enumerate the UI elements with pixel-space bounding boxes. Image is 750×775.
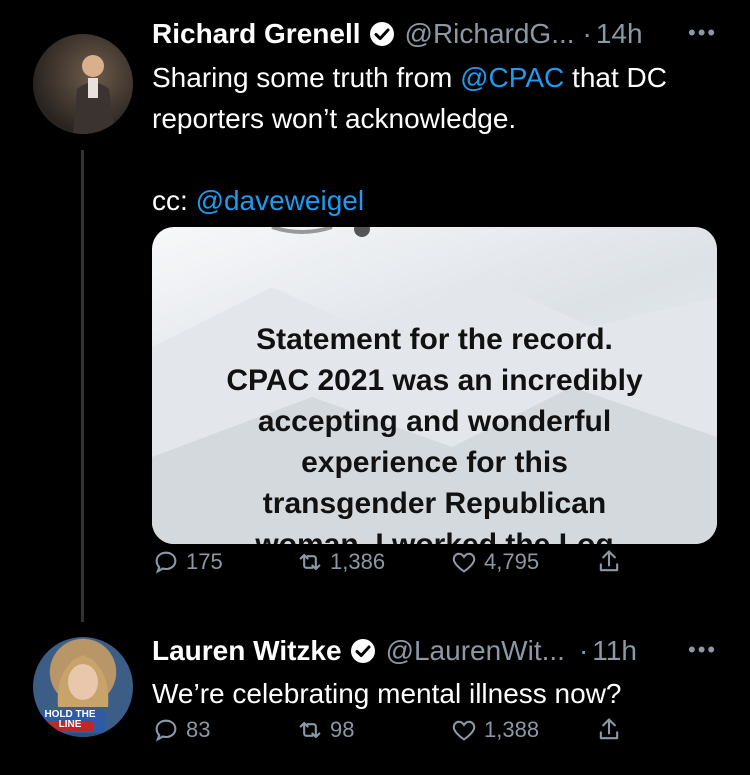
image-statement-text: Statement for the record. CPAC 2021 was …	[152, 319, 717, 544]
reply-icon	[155, 551, 177, 574]
image-text-line: CPAC 2021 was an incredibly	[226, 364, 643, 397]
heart-icon	[452, 552, 476, 573]
tweet-text-segment: that DC	[564, 62, 667, 93]
retweet-button[interactable]: 1,386	[296, 548, 385, 576]
retweet-icon	[299, 553, 321, 571]
retweet-count: 1,386	[330, 549, 386, 574]
display-name[interactable]: Lauren Witzke	[152, 635, 342, 667]
share-icon	[599, 718, 619, 740]
tweet-text: Sharing some truth from @CPAC that DC re…	[152, 57, 732, 221]
like-count: 4,795	[484, 549, 540, 574]
heart-icon	[452, 720, 476, 741]
avatar[interactable]	[33, 34, 133, 134]
mention-link[interactable]: @CPAC	[460, 62, 564, 93]
like-button[interactable]: 1,388	[450, 716, 539, 744]
separator-dot: ·	[582, 18, 592, 49]
separator-dot: ·	[578, 635, 589, 666]
tweet-text: We’re celebrating mental illness now?	[152, 678, 622, 709]
verified-badge-icon	[350, 638, 376, 664]
image-text-line: woman. I worked the Log	[152, 524, 717, 544]
more-options-icon[interactable]: •••	[688, 20, 717, 46]
thread-connector-line	[81, 150, 84, 622]
reply-icon	[155, 719, 177, 742]
timestamp[interactable]: 11h	[592, 635, 637, 667]
image-text-line: experience for this	[301, 446, 568, 479]
like-button[interactable]: 4,795	[450, 548, 539, 576]
like-count: 1,388	[484, 717, 540, 742]
verified-badge-icon	[369, 21, 395, 47]
avatar[interactable]: HOLD THE LINE	[33, 637, 133, 737]
tweet-header: Richard Grenell @RichardG... · 14h	[152, 18, 643, 50]
reply-button[interactable]: 175	[152, 548, 223, 576]
more-options-icon[interactable]: •••	[688, 637, 717, 663]
image-text-line: Statement for the record.	[256, 323, 613, 356]
timestamp[interactable]: 14h	[596, 18, 643, 50]
retweet-count: 98	[330, 717, 355, 742]
image-text-line: accepting and wonderful	[257, 405, 612, 438]
reply-count: 83	[186, 717, 211, 742]
avatar-badge: HOLD THE LINE	[44, 709, 96, 730]
share-button[interactable]	[595, 716, 629, 744]
share-icon	[599, 550, 619, 572]
handle[interactable]: @LaurenWit...	[386, 635, 565, 667]
image-text-line: transgender Republican	[262, 487, 607, 520]
person-silhouette	[73, 55, 115, 134]
handle[interactable]: @RichardG...	[405, 18, 575, 50]
retweet-button[interactable]: 98	[296, 716, 354, 744]
tweet-text-segment: Sharing some truth from	[152, 62, 461, 93]
tweet-header: Lauren Witzke @LaurenWit... · 11h	[152, 635, 637, 667]
reply-button[interactable]: 83	[152, 716, 210, 744]
share-button[interactable]	[595, 548, 629, 576]
display-name[interactable]: Richard Grenell	[152, 18, 361, 50]
retweet-icon	[299, 721, 321, 739]
tweet-image[interactable]: Statement for the record. CPAC 2021 was …	[152, 227, 717, 544]
reply-count: 175	[186, 549, 223, 574]
cc-label: cc:	[152, 185, 196, 216]
tweet-text-line: reporters won’t acknowledge.	[152, 103, 517, 134]
mention-link[interactable]: @daveweigel	[196, 185, 365, 216]
